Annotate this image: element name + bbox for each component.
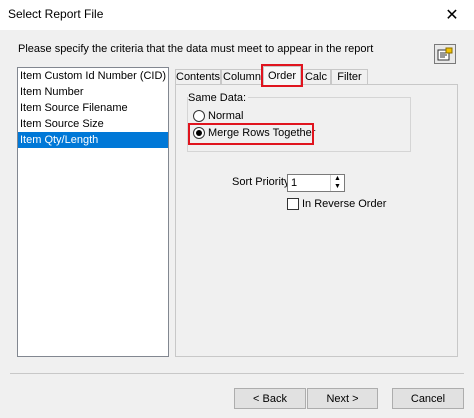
tab-order[interactable]: Order — [263, 66, 301, 85]
radio-normal-button[interactable] — [193, 110, 205, 122]
sort-priority-label: Sort Priority — [232, 176, 290, 188]
tab-filter[interactable]: Filter — [331, 69, 368, 85]
report-help-icon — [437, 47, 453, 61]
cancel-button[interactable]: Cancel — [392, 388, 464, 409]
field-list-item[interactable]: Item Number — [18, 84, 168, 100]
spinner-buttons: ▲ ▼ — [330, 175, 344, 191]
report-help-button[interactable] — [434, 44, 456, 64]
reverse-order-label: In Reverse Order — [302, 198, 387, 210]
field-list-item[interactable]: Item Custom Id Number (CID) — [18, 68, 168, 84]
tab-calc[interactable]: Calc — [301, 69, 331, 85]
next-button[interactable]: Next > — [307, 388, 378, 409]
sort-priority-spinner[interactable]: 1 ▲ ▼ — [287, 174, 345, 192]
reverse-order-box[interactable] — [287, 198, 299, 210]
sort-priority-value[interactable]: 1 — [291, 177, 297, 189]
field-list[interactable]: Item Custom Id Number (CID) Item Number … — [17, 67, 169, 357]
footer-separator — [10, 373, 464, 374]
radio-normal[interactable]: Normal — [193, 110, 243, 122]
instruction-text: Please specify the criteria that the dat… — [18, 43, 374, 55]
field-list-item[interactable]: Item Source Filename — [18, 100, 168, 116]
field-list-item[interactable]: Item Source Size — [18, 116, 168, 132]
same-data-group — [187, 97, 411, 152]
radio-normal-label: Normal — [208, 110, 244, 122]
radio-merge-rows[interactable]: Merge Rows Together — [193, 127, 315, 139]
tab-column[interactable]: Column — [221, 69, 263, 85]
reverse-order-checkbox[interactable]: In Reverse Order — [287, 198, 386, 210]
spin-up-icon[interactable]: ▲ — [331, 175, 344, 183]
radio-merge-rows-button[interactable] — [193, 127, 205, 139]
same-data-label: Same Data: — [188, 92, 249, 104]
field-list-item-selected[interactable]: Item Qty/Length — [18, 132, 168, 148]
radio-merge-rows-label: Merge Rows Together — [208, 127, 316, 139]
window-title: Select Report File — [8, 7, 104, 21]
spin-down-icon[interactable]: ▼ — [331, 183, 344, 191]
close-icon[interactable]: ✕ — [430, 0, 474, 30]
back-button[interactable]: < Back — [234, 388, 306, 409]
tab-contents[interactable]: Contents — [175, 69, 221, 85]
title-bar: Select Report File ✕ — [0, 0, 474, 30]
